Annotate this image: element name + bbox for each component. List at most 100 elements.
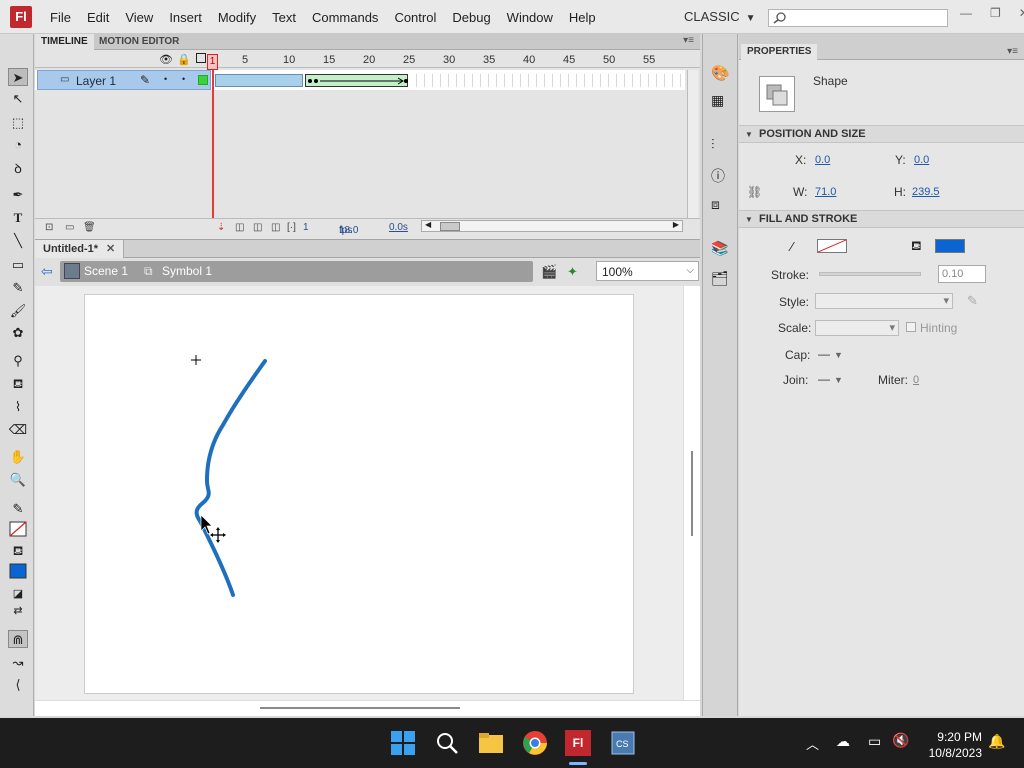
new-layer-icon[interactable]: ⊡ xyxy=(45,222,53,233)
menu-insert[interactable]: Insert xyxy=(161,10,210,25)
onion-outline-icon[interactable]: ◫ xyxy=(253,222,262,233)
h-field[interactable]: 239.5 xyxy=(912,186,940,198)
stage-v-scrollbar[interactable] xyxy=(683,286,700,700)
edit-multiple-frames-icon[interactable]: ◫ xyxy=(271,222,280,233)
outline-icon[interactable] xyxy=(196,53,206,63)
menu-text[interactable]: Text xyxy=(264,10,304,25)
properties-tab[interactable]: PROPERTIES xyxy=(741,44,818,60)
hinting-checkbox[interactable] xyxy=(906,322,916,332)
miter-field[interactable]: 0 xyxy=(913,374,919,386)
menu-debug[interactable]: Debug xyxy=(444,10,498,25)
stroke-slider[interactable] xyxy=(819,272,921,276)
current-frame[interactable]: 1 xyxy=(303,222,309,233)
panel-menu-icon[interactable]: ▾≡ xyxy=(683,35,694,46)
cs6-app-icon[interactable]: CS xyxy=(610,730,636,756)
hand-tool-icon[interactable]: ✋ xyxy=(8,448,28,466)
stroke-color-swatch[interactable] xyxy=(8,521,28,539)
document-tab[interactable]: Untitled-1* ✕ xyxy=(35,240,125,258)
paint-bucket-tool-icon[interactable]: ⛾ xyxy=(8,375,28,393)
pasteboard[interactable] xyxy=(35,286,683,700)
timeline-scrollbar[interactable] xyxy=(687,70,698,220)
minimize-icon[interactable]: — xyxy=(960,6,972,20)
eraser-tool-icon[interactable]: ⌫ xyxy=(8,421,28,439)
back-arrow-icon[interactable]: ⇦ xyxy=(41,263,53,280)
menu-view[interactable]: View xyxy=(117,10,161,25)
line-tool-icon[interactable]: ╲ xyxy=(8,232,28,250)
brush-tool-icon[interactable]: 🖌 xyxy=(8,302,28,320)
info-panel-icon[interactable]: ⓘ xyxy=(711,166,731,186)
fill-color-swatch[interactable] xyxy=(935,239,965,253)
scroll-thumb[interactable] xyxy=(691,451,693,536)
components-panel-icon[interactable]: 🗂 xyxy=(711,270,731,290)
layer-name[interactable]: Layer 1 xyxy=(76,74,116,88)
file-explorer-icon[interactable] xyxy=(478,730,504,756)
tray-display-icon[interactable]: ▭ xyxy=(868,733,881,750)
empty-frames[interactable] xyxy=(409,74,685,87)
lock-icon[interactable]: 🔒 xyxy=(177,53,191,66)
deco-tool-icon[interactable]: ✿ xyxy=(8,324,28,342)
section-fill-stroke[interactable]: FILL AND STROKE xyxy=(739,210,1024,228)
menu-commands[interactable]: Commands xyxy=(304,10,386,25)
rectangle-tool-icon[interactable]: ▭ xyxy=(8,256,28,274)
stroke-color-swatch[interactable] xyxy=(817,239,847,253)
menu-window[interactable]: Window xyxy=(499,10,561,25)
eyedropper-tool-icon[interactable]: ⌇ xyxy=(8,398,28,416)
new-folder-icon[interactable]: ▭ xyxy=(65,222,74,233)
bone-tool-icon[interactable]: ⚲ xyxy=(8,352,28,370)
layer-name-cell[interactable]: ▭ Layer 1 ✎ • • xyxy=(37,70,211,90)
straighten-icon[interactable]: ⟨ xyxy=(8,676,28,694)
edit-scene-icon[interactable]: 🎬 xyxy=(541,264,557,280)
tray-cloud-icon[interactable]: ☁ xyxy=(836,733,850,750)
zoom-select[interactable]: 100% ⌵ xyxy=(596,261,699,281)
notification-bell-icon[interactable]: 🔔 xyxy=(988,733,1005,750)
close-icon[interactable]: ✕ xyxy=(1019,6,1024,20)
y-field[interactable]: 0.0 xyxy=(914,154,929,166)
text-tool-icon[interactable]: T xyxy=(8,209,28,227)
tab-motion-editor[interactable]: MOTION EDITOR xyxy=(93,34,185,50)
menu-modify[interactable]: Modify xyxy=(210,10,264,25)
3d-rotation-tool-icon[interactable]: ◔ xyxy=(8,136,28,154)
color-panel-icon[interactable]: 🎨 xyxy=(711,64,731,84)
chrome-icon[interactable] xyxy=(522,730,548,756)
center-frame-icon[interactable]: ⇣ xyxy=(217,222,225,233)
menu-help[interactable]: Help xyxy=(561,10,604,25)
w-field[interactable]: 71.0 xyxy=(815,186,836,198)
breadcrumb-symbol[interactable]: Symbol 1 xyxy=(162,264,212,278)
tab-timeline[interactable]: TIMELINE xyxy=(35,34,94,50)
subselection-tool-icon[interactable]: ↖ xyxy=(8,90,28,108)
elapsed-time[interactable]: 0.0s xyxy=(389,222,408,233)
edit-stroke-style-icon[interactable]: ✎ xyxy=(967,293,978,309)
selection-tool-icon[interactable]: ➤ xyxy=(8,68,28,86)
join-select[interactable]: — ▼ xyxy=(818,372,843,386)
style-select[interactable] xyxy=(815,293,953,309)
breadcrumb-scene[interactable]: Scene 1 xyxy=(84,264,128,278)
scroll-left-icon[interactable]: ◀ xyxy=(425,220,431,229)
smooth-icon[interactable]: ↝ xyxy=(8,654,28,672)
workspace-switcher[interactable]: CLASSIC ▼ xyxy=(684,9,756,24)
layer-color-icon[interactable] xyxy=(198,75,208,85)
windows-start-icon[interactable] xyxy=(390,730,416,756)
drawn-shape[interactable] xyxy=(194,359,267,597)
swap-colors-icon[interactable]: ⇄ xyxy=(8,602,28,620)
menu-control[interactable]: Control xyxy=(386,10,444,25)
onion-skin-icon[interactable]: ◫ xyxy=(235,222,244,233)
stroke-width-input[interactable]: 0.10 xyxy=(938,265,986,283)
restore-icon[interactable]: ❐ xyxy=(990,6,1001,20)
pen-tool-icon[interactable]: ✒ xyxy=(8,186,28,204)
delete-layer-icon[interactable]: 🗑 xyxy=(83,222,96,233)
black-white-icon[interactable]: ◪ xyxy=(8,585,28,603)
library-panel-icon[interactable]: 📚 xyxy=(711,240,731,260)
cap-select[interactable]: — ▼ xyxy=(818,347,843,361)
lock-aspect-icon[interactable]: ⛓ xyxy=(747,185,762,199)
fill-color-swatch[interactable] xyxy=(8,563,28,581)
section-position-size[interactable]: POSITION AND SIZE xyxy=(739,125,1024,143)
scale-select[interactable] xyxy=(815,320,899,336)
search-icon[interactable] xyxy=(434,730,460,756)
visibility-dot-icon[interactable]: • xyxy=(164,74,167,84)
lasso-tool-icon[interactable]: ꝺ xyxy=(8,160,28,178)
scroll-thumb[interactable] xyxy=(440,222,460,231)
align-panel-icon[interactable]: ⫶ xyxy=(711,136,731,156)
help-search-input[interactable] xyxy=(768,9,948,27)
motion-tween-span[interactable] xyxy=(215,74,303,87)
close-icon[interactable]: ✕ xyxy=(106,243,115,255)
